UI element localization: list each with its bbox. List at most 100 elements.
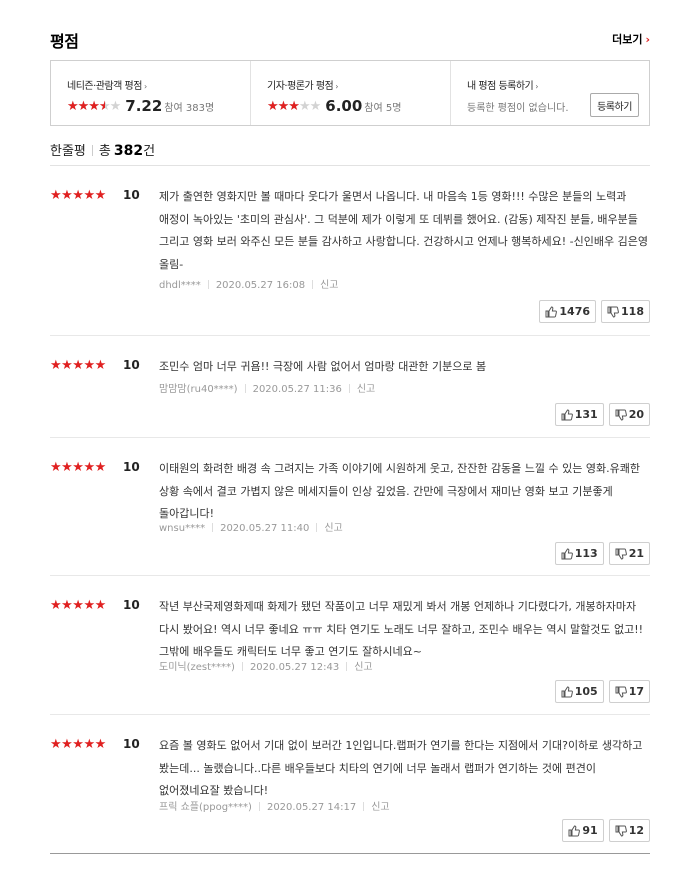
review-meta: 도미닉(zest****) 2020.05.27 12:43 신고 <box>159 658 373 673</box>
thumbs-up-icon <box>561 685 573 697</box>
dislike-button[interactable]: 17 <box>608 680 650 703</box>
review-user: wnsu**** <box>159 523 206 534</box>
review-date: 2020.05.27 14:17 <box>266 802 357 813</box>
divider <box>348 384 350 393</box>
audience-participants: 참여 383명 <box>164 102 215 114</box>
critics-score: 6.00 <box>325 97 363 115</box>
like-count: 113 <box>574 547 598 560</box>
thumbs-down-icon <box>615 548 627 560</box>
register-rating-button[interactable]: 등록하기 <box>590 93 639 117</box>
review-list: ★★★★★ 10 제가 출연한 영화지만 볼 때마다 웃다가 울면서 나옵니다.… <box>50 166 650 854</box>
audience-rating: 네티즌·관람객 평점› ★★★★★★★★★★ 7.22 참여 383명 <box>51 61 251 125</box>
review-item: ★★★★★ 10 이태원의 화려한 배경 속 그려지는 가족 이야기에 시원하게… <box>50 438 650 576</box>
review-meta: wnsu**** 2020.05.27 11:40 신고 <box>159 519 343 534</box>
thumbs-up-icon <box>545 305 558 317</box>
review-item: ★★★★★ 10 제가 출연한 영화지만 볼 때마다 웃다가 울면서 나옵니다.… <box>50 166 650 336</box>
report-link[interactable]: 신고 <box>320 280 338 291</box>
thumbs-up-icon <box>561 547 573 559</box>
critics-rating: 기자·평론가 평점› ★★★★★★★★★★ 6.00 참여 5명 <box>251 61 451 125</box>
review-item: ★★★★★ 10 작년 부산국제영화제때 화제가 됐던 작품이고 너무 재밌게 … <box>50 576 650 715</box>
review-meta: 맘맘맘(ru40****) 2020.05.27 11:36 신고 <box>159 380 375 395</box>
thumbs-down-icon <box>607 306 619 318</box>
divider <box>258 802 260 811</box>
review-date: 2020.05.27 11:40 <box>220 523 310 534</box>
audience-star-rating: ★★★★★★★★★★ <box>67 100 121 113</box>
review-score: 10 <box>123 460 140 474</box>
my-rating-label-link[interactable]: 내 평점 등록하기 › <box>467 77 649 92</box>
review-text: 작년 부산국제영화제때 화제가 됐던 작품이고 너무 재밌게 봐서 개봉 언제하… <box>159 600 644 658</box>
review-count-unit: 건 <box>143 144 156 159</box>
report-link[interactable]: 신고 <box>324 523 342 534</box>
review-score: 10 <box>123 737 140 751</box>
review-stars: ★★★★★ <box>50 188 106 203</box>
audience-rating-label: 네티즌·관람객 평점 <box>67 81 142 92</box>
thumbs-up-icon <box>568 824 581 836</box>
report-link[interactable]: 신고 <box>357 384 375 395</box>
star-fill: ★★★★★ <box>267 99 299 113</box>
divider <box>207 280 209 289</box>
like-button[interactable]: 1476 <box>539 300 597 323</box>
review-date: 2020.05.27 16:08 <box>215 280 306 291</box>
dislike-count: 17 <box>628 685 644 698</box>
like-button[interactable]: 131 <box>554 403 604 426</box>
review-user: 프릭 쇼플(ppog****) <box>159 802 252 813</box>
review-meta: dhdl**** 2020.05.27 16:08 신고 <box>159 276 338 291</box>
divider <box>91 145 93 156</box>
review-date: 2020.05.27 12:43 <box>249 662 340 673</box>
review-score: 10 <box>123 188 140 202</box>
review-stars: ★★★★★ <box>50 358 106 373</box>
like-button[interactable]: 113 <box>554 542 604 565</box>
like-count: 131 <box>574 408 598 421</box>
dislike-button[interactable]: 12 <box>608 819 650 842</box>
review-text: 이태원의 화려한 배경 속 그려지는 가족 이야기에 시원하게 웃고, 잔잔한 … <box>159 462 640 520</box>
chevron-right-icon: › <box>645 33 650 46</box>
rating-section-header: 평점 더보기 › <box>50 26 650 52</box>
review-score: 10 <box>123 358 140 372</box>
dislike-count: 12 <box>628 824 644 837</box>
dislike-button[interactable]: 20 <box>608 403 650 426</box>
like-button[interactable]: 105 <box>554 680 604 703</box>
review-user: dhdl**** <box>159 280 201 291</box>
vote-buttons: 113 21 <box>554 542 650 565</box>
review-text: 조민수 엄마 너무 귀욤!! 극장에 사람 없어서 엄마랑 대관한 기분으로 봄 <box>159 360 487 373</box>
review-text: 제가 출연한 영화지만 볼 때마다 웃다가 울면서 나옵니다. 내 마음속 1등… <box>159 190 648 271</box>
like-count: 105 <box>574 685 598 698</box>
divider <box>312 280 314 289</box>
caret-right-icon: › <box>143 82 147 91</box>
section-title: 평점 <box>50 32 79 51</box>
rating-summary-box: 네티즌·관람객 평점› ★★★★★★★★★★ 7.22 참여 383명 기자·평… <box>50 60 650 126</box>
review-text: 요즘 볼 영화도 없어서 기대 없이 보러간 1인입니다.랩퍼가 연기를 한다는… <box>159 739 643 797</box>
review-user: 맘맘맘(ru40****) <box>159 384 238 395</box>
dislike-button[interactable]: 118 <box>601 300 650 323</box>
review-user: 도미닉(zest****) <box>159 662 235 673</box>
like-count: 91 <box>582 824 598 837</box>
vote-buttons: 105 17 <box>554 680 650 703</box>
divider <box>241 662 243 671</box>
divider <box>316 523 318 532</box>
review-date: 2020.05.27 11:36 <box>252 384 342 395</box>
thumbs-down-icon <box>615 409 627 421</box>
audience-score: 7.22 <box>125 97 163 115</box>
review-stars: ★★★★★ <box>50 460 106 475</box>
more-link[interactable]: 더보기 › <box>612 31 650 47</box>
divider <box>244 384 246 393</box>
vote-buttons: 91 12 <box>562 819 650 842</box>
thumbs-down-icon <box>615 825 627 837</box>
like-button[interactable]: 91 <box>562 819 604 842</box>
review-meta: 프릭 쇼플(ppog****) 2020.05.27 14:17 신고 <box>159 798 390 813</box>
review-stars: ★★★★★ <box>50 737 106 752</box>
divider <box>212 523 214 532</box>
divider <box>363 802 365 811</box>
critics-rating-label-link[interactable]: 기자·평론가 평점 › <box>267 77 450 92</box>
vote-buttons: 131 20 <box>554 403 650 426</box>
review-count-label: 총 <box>98 144 111 159</box>
more-label: 더보기 <box>612 33 643 46</box>
report-link[interactable]: 신고 <box>371 802 389 813</box>
dislike-button[interactable]: 21 <box>608 542 650 565</box>
audience-rating-label-link[interactable]: 네티즌·관람객 평점 › <box>67 77 250 92</box>
my-rating: 내 평점 등록하기 › 등록한 평점이 없습니다. 등록하기 <box>451 61 649 125</box>
thumbs-down-icon <box>615 686 627 698</box>
caret-right-icon: › <box>335 82 338 91</box>
report-link[interactable]: 신고 <box>354 662 372 673</box>
vote-buttons: 1476 118 <box>539 300 650 323</box>
